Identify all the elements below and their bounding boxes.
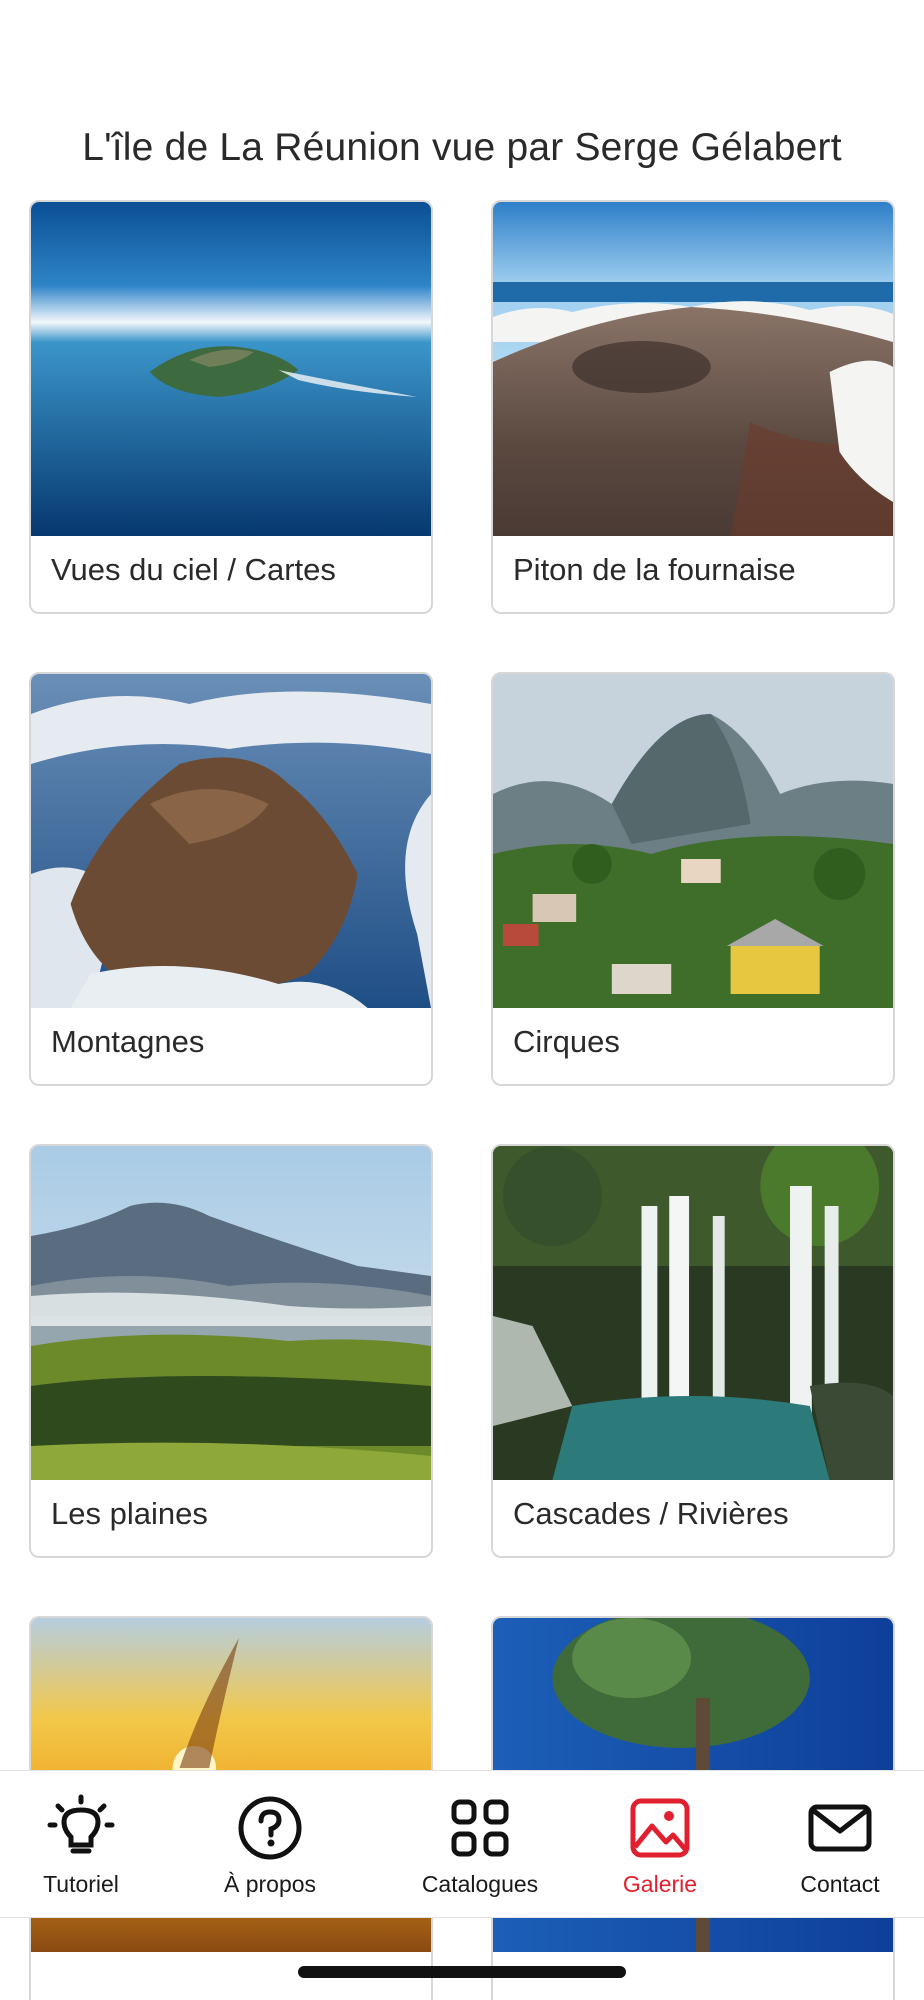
gallery-photo (31, 202, 431, 536)
tab-contact[interactable]: Contact (760, 1771, 920, 1919)
gallery-photo (31, 1146, 431, 1480)
tab-a-propos[interactable]: À propos (190, 1771, 350, 1919)
gallery-photo (493, 1146, 893, 1480)
gallery-card-aerial[interactable]: Vues du ciel / Cartes (29, 200, 433, 614)
tab-label: Contact (800, 1871, 880, 1897)
image-icon (630, 1798, 690, 1858)
gallery-card-plains[interactable]: Les plaines (29, 1144, 433, 1558)
gallery-card-label: Montagnes (51, 1024, 205, 1059)
gallery-card-label: Cirques (513, 1024, 620, 1059)
lightbulb-icon (47, 1794, 115, 1854)
home-indicator[interactable] (298, 1966, 626, 1978)
gallery-card-cirques[interactable]: Cirques (491, 672, 895, 1086)
bottom-tab-bar: Tutoriel À propos Catalogues Galerie Con… (0, 1770, 924, 1918)
question-circle-icon (238, 1796, 302, 1860)
gallery-card-label: Piton de la fournaise (513, 552, 796, 587)
tab-tutoriel[interactable]: Tutoriel (1, 1771, 161, 1919)
tab-label: Tutoriel (43, 1871, 119, 1897)
gallery-photo (493, 202, 893, 536)
gallery-card-waterfalls[interactable]: Cascades / Rivières (491, 1144, 895, 1558)
gallery-card-label: Vues du ciel / Cartes (51, 552, 336, 587)
gallery-card-volcano[interactable]: Piton de la fournaise (491, 200, 895, 614)
grid-four-icon (451, 1799, 509, 1857)
gallery-photo (493, 674, 893, 1008)
tab-galerie[interactable]: Galerie (580, 1771, 740, 1919)
tab-label: Galerie (622, 1871, 698, 1897)
gallery-card-mountains[interactable]: Montagnes (29, 672, 433, 1086)
gallery-card-label: Les plaines (51, 1496, 208, 1531)
envelope-icon (808, 1804, 872, 1852)
gallery-photo (31, 674, 431, 1008)
tab-catalogues[interactable]: Catalogues (400, 1771, 560, 1919)
gallery-card-label: Cascades / Rivières (513, 1496, 789, 1531)
tab-label: Catalogues (421, 1871, 539, 1897)
tab-label: À propos (223, 1871, 317, 1897)
page-title: L'île de La Réunion vue par Serge Gélabe… (82, 126, 842, 169)
